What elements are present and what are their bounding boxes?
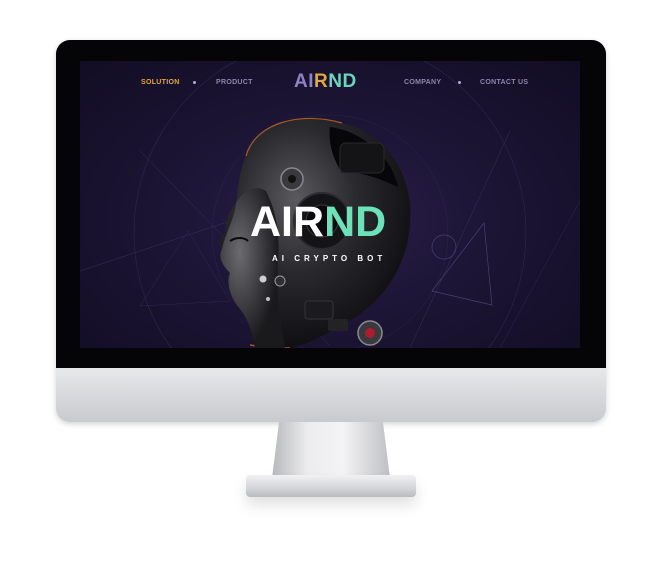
logo-part-ai: AI	[294, 71, 314, 92]
hero-title-white: AIR	[250, 198, 325, 246]
hero-title: AIRND	[250, 201, 386, 244]
logo-part-nd: ND	[328, 71, 357, 92]
logo-part-r: R	[314, 71, 329, 92]
top-navigation: SOLUTION PRODUCT AIRND COMPANY CONTACT U…	[80, 61, 580, 105]
website-screen: SOLUTION PRODUCT AIRND COMPANY CONTACT U…	[80, 61, 580, 348]
monitor-stand-base	[246, 475, 416, 497]
product-mockup: SOLUTION PRODUCT AIRND COMPANY CONTACT U…	[0, 0, 664, 562]
nav-item-solution[interactable]: SOLUTION	[141, 79, 180, 86]
nav-item-contact-us[interactable]: CONTACT US	[480, 79, 528, 86]
brand-logo[interactable]: AIRND	[294, 71, 357, 93]
nav-item-company[interactable]: COMPANY	[404, 79, 441, 86]
nav-item-product[interactable]: PRODUCT	[216, 79, 253, 86]
monitor-stand	[272, 422, 390, 478]
hero-title-green: ND	[324, 198, 387, 246]
nav-separator-dot	[193, 81, 196, 84]
monitor-chin	[56, 368, 606, 422]
nav-separator-dot	[458, 81, 461, 84]
hero-subtitle: AI CRYPTO BOT	[272, 254, 387, 263]
